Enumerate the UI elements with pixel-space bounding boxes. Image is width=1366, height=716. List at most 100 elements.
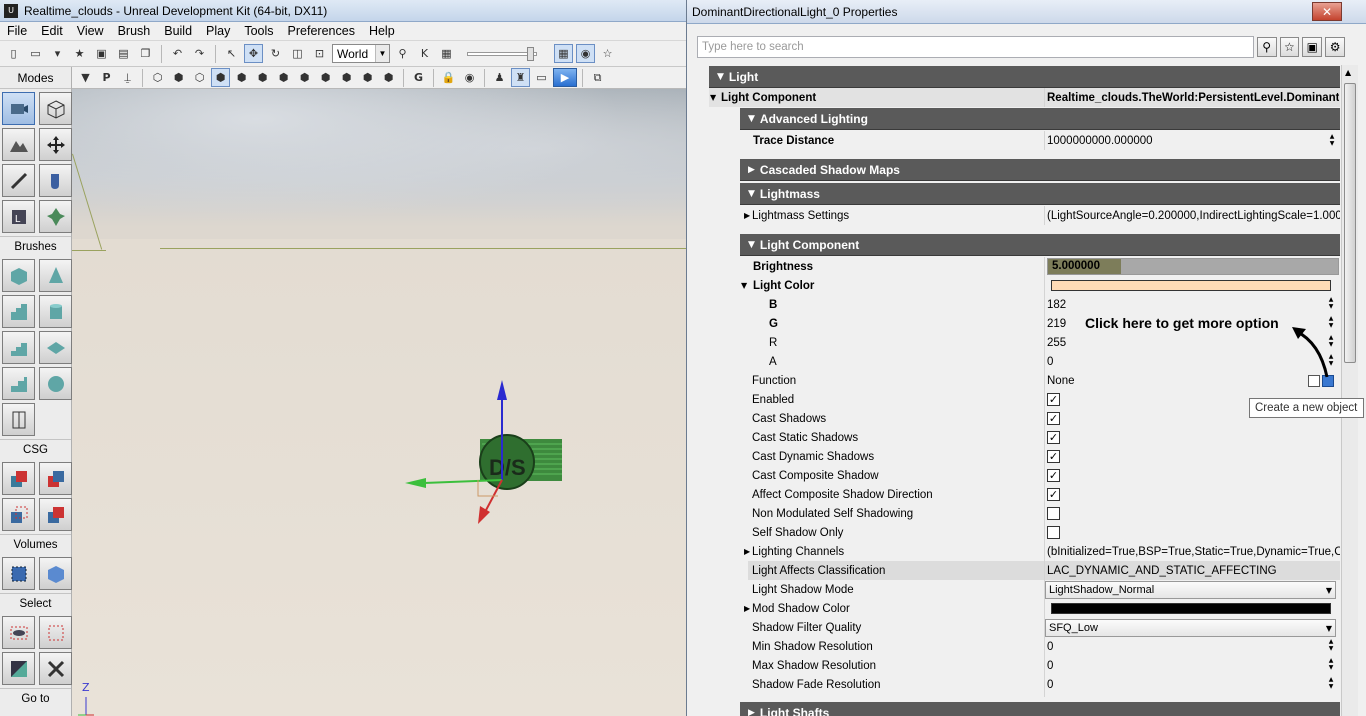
favorite-icon[interactable]: ★ [70, 44, 89, 63]
menu-brush[interactable]: Brush [111, 24, 158, 38]
lit-lightmap-icon[interactable]: ⬢ [358, 68, 377, 87]
chevron-down-icon: ▼ [375, 45, 389, 62]
new-file-icon[interactable]: ▯ [4, 44, 23, 63]
csg-subtract-button[interactable] [39, 462, 72, 495]
texture-density-icon[interactable]: ⬢ [295, 68, 314, 87]
menu-tools[interactable]: Tools [237, 24, 280, 38]
play-button-icon[interactable]: ▶ [553, 68, 577, 87]
camera-speed-slider[interactable] [467, 46, 537, 61]
coordinate-space-select[interactable]: World ▼ [332, 44, 390, 63]
search-icon[interactable]: ⚲ [1256, 37, 1277, 57]
player-start-icon[interactable]: ♜ [511, 68, 530, 87]
brush-wireframe-icon[interactable]: ⬡ [148, 68, 167, 87]
scale-icon[interactable]: ◫ [288, 44, 307, 63]
favorites-star-icon[interactable]: ☆ [1279, 37, 1300, 57]
shader-complexity-icon[interactable]: ⬢ [316, 68, 335, 87]
csg-add-button[interactable] [2, 462, 35, 495]
wireframe-icon[interactable]: ⬢ [169, 68, 188, 87]
realtime-icon[interactable]: ⍊ [118, 68, 137, 87]
camera-mode-button[interactable] [2, 92, 35, 125]
open-file-icon[interactable]: ▭ [26, 44, 45, 63]
toolbar-separator [484, 68, 485, 87]
property-search-input[interactable] [697, 36, 1254, 58]
properties-scrollbar[interactable]: ▲ [1341, 65, 1358, 716]
reflections-icon[interactable]: ⬢ [379, 68, 398, 87]
3d-viewport[interactable]: D/S Z [72, 89, 686, 716]
game-view-icon[interactable]: G [409, 68, 428, 87]
menu-view[interactable]: View [70, 24, 111, 38]
slider-thumb[interactable] [527, 46, 534, 61]
z-axis-arrow[interactable] [497, 380, 507, 400]
select-cursor-icon[interactable]: ↖ [222, 44, 241, 63]
light-complexity-icon[interactable]: ⬢ [274, 68, 293, 87]
show-selected-button[interactable] [2, 616, 35, 649]
maximize-viewport-icon[interactable]: ⧉ [588, 68, 607, 87]
viewport-menu-icon[interactable]: ▼ [76, 68, 95, 87]
open-dropdown-icon[interactable]: ▾ [48, 44, 67, 63]
x-axis-arrow[interactable] [478, 506, 490, 524]
sphere-brush-button[interactable] [39, 367, 72, 400]
play-in-viewport-icon[interactable]: ♟ [490, 68, 509, 87]
lit-icon[interactable]: ⬢ [211, 68, 230, 87]
binoculars-icon[interactable]: ⚲ [393, 44, 412, 63]
volume-select-button[interactable] [39, 557, 72, 590]
undo-icon[interactable]: ↶ [168, 44, 187, 63]
spiral-stairs-button[interactable] [2, 367, 35, 400]
hide-selected-button[interactable] [39, 616, 72, 649]
lock-icon[interactable]: 🔒 [439, 68, 458, 87]
paint-mode-button[interactable] [2, 164, 35, 197]
perspective-icon[interactable]: P [97, 68, 116, 87]
geometry-mode-button[interactable] [39, 92, 72, 125]
lightmap-density-icon[interactable]: ⬢ [337, 68, 356, 87]
menu-play[interactable]: Play [199, 24, 237, 38]
light-actor-gizmo[interactable]: D/S [402, 374, 572, 554]
world-toggle-icon[interactable]: ◉ [576, 44, 595, 63]
save-icon[interactable]: ▣ [92, 44, 111, 63]
menu-build[interactable]: Build [157, 24, 199, 38]
foliage-mode-button[interactable] [39, 200, 72, 233]
translate-icon[interactable]: ✥ [244, 44, 263, 63]
sheet-icon [46, 341, 65, 354]
menu-help[interactable]: Help [362, 24, 402, 38]
volumetric-brush-button[interactable] [2, 403, 35, 436]
kismet-icon[interactable]: K [415, 44, 434, 63]
star-outline-icon[interactable]: ☆ [598, 44, 617, 63]
move-mode-button[interactable] [39, 128, 72, 161]
detail-lighting-icon[interactable]: ⬢ [232, 68, 251, 87]
unlit-icon[interactable]: ⬡ [190, 68, 209, 87]
redo-icon[interactable]: ↷ [190, 44, 209, 63]
clear-selection-button[interactable] [39, 652, 72, 685]
eye-select-icon [10, 626, 27, 639]
add-volume-button[interactable] [2, 557, 35, 590]
eye-icon[interactable]: ◉ [460, 68, 479, 87]
cylinder-brush-button[interactable] [39, 295, 72, 328]
scrollbar-thumb[interactable] [1344, 83, 1356, 363]
lighting-only-icon[interactable]: ⬢ [253, 68, 272, 87]
scroll-up-icon[interactable]: ▲ [1345, 68, 1351, 77]
viewport-frame-icon[interactable]: ▭ [532, 68, 551, 87]
sheet-brush-button[interactable] [39, 331, 72, 364]
grid-toggle-icon[interactable]: ▦ [554, 44, 573, 63]
csg-deintersect-button[interactable] [39, 498, 72, 531]
copy-icon[interactable]: ❐ [136, 44, 155, 63]
save-all-icon[interactable]: ▤ [114, 44, 133, 63]
scale-nonuniform-icon[interactable]: ⊡ [310, 44, 329, 63]
menu-file[interactable]: File [0, 24, 34, 38]
terrain-mode-button[interactable] [2, 128, 35, 161]
invert-selection-button[interactable] [2, 652, 35, 685]
y-axis-arrow[interactable] [405, 478, 426, 488]
lock-properties-icon[interactable]: ▣ [1302, 37, 1323, 57]
menu-edit[interactable]: Edit [34, 24, 70, 38]
stairs-brush-button[interactable] [2, 295, 35, 328]
cone-brush-button[interactable] [39, 259, 72, 292]
copy-properties-icon[interactable]: ⚙ [1325, 37, 1345, 57]
linear-stairs-button[interactable] [2, 331, 35, 364]
mesh-paint-mode-button[interactable] [39, 164, 72, 197]
csg-intersect-button[interactable] [2, 498, 35, 531]
menu-preferences[interactable]: Preferences [281, 24, 362, 38]
rotate-icon[interactable]: ↻ [266, 44, 285, 63]
close-button[interactable]: ✕ [1312, 2, 1342, 21]
cube-brush-button[interactable] [2, 259, 35, 292]
matinee-icon[interactable]: ▦ [437, 44, 456, 63]
landscape-mode-button[interactable]: L [2, 200, 35, 233]
